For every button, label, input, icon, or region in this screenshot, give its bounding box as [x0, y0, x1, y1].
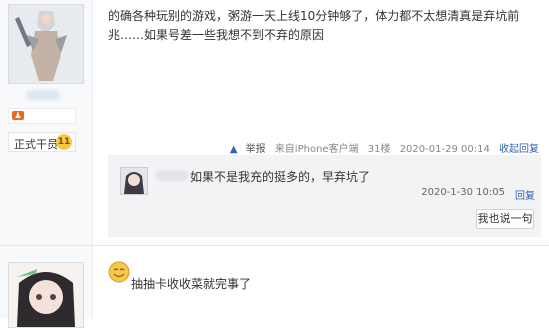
- fan-level-row: ♟: [8, 108, 76, 124]
- report-label: 举报: [245, 144, 266, 155]
- post-content-2: 抽抽卡收收菜就完事了: [131, 277, 252, 291]
- level-icon: ♟: [12, 111, 24, 120]
- post-content: 的确各种玩别的游戏，粥游一天上线10分钟够了，体力都不太想清真是弃坑前兆……如果…: [108, 9, 520, 42]
- post-divider: [0, 245, 549, 246]
- avatar-illustration: [9, 5, 83, 83]
- reply-avatar-illustration: [121, 168, 147, 194]
- user-avatar[interactable]: [8, 4, 84, 84]
- level-badge: 11: [56, 134, 72, 150]
- user-avatar-2[interactable]: [8, 262, 84, 328]
- reply-username-blurred[interactable]: [156, 170, 188, 181]
- collapse-replies-link[interactable]: 收起回复: [499, 144, 539, 155]
- reply-time: 2020-1-30 10:05: [421, 187, 505, 198]
- rank-badge[interactable]: 正式干员 11: [8, 132, 76, 152]
- reply-content: 如果不是我充的挺多的，早弃坑了: [190, 170, 371, 184]
- report-link[interactable]: ▲ 举报: [224, 144, 266, 155]
- reply-avatar[interactable]: [120, 167, 148, 195]
- reply-link[interactable]: 回复: [515, 187, 535, 202]
- floor-number: 31楼: [367, 144, 391, 155]
- rank-label: 正式干员: [14, 138, 58, 151]
- post-meta: ▲ 举报 来自iPhone客户端 31楼 2020-01-29 00:14 收起回…: [218, 140, 539, 155]
- username-blurred[interactable]: [26, 90, 60, 100]
- post-time: 2020-01-29 00:14: [399, 144, 490, 155]
- reply-box: 如果不是我充的挺多的，早弃坑了 2020-1-30 10:05 回复 我也说一句: [108, 155, 541, 237]
- add-reply-button[interactable]: 我也说一句: [476, 209, 534, 229]
- warning-icon: ▲: [229, 144, 238, 155]
- smiley-emoji-icon: [108, 261, 130, 283]
- avatar-2-illustration: [9, 263, 83, 327]
- client-source: 来自iPhone客户端: [274, 144, 359, 155]
